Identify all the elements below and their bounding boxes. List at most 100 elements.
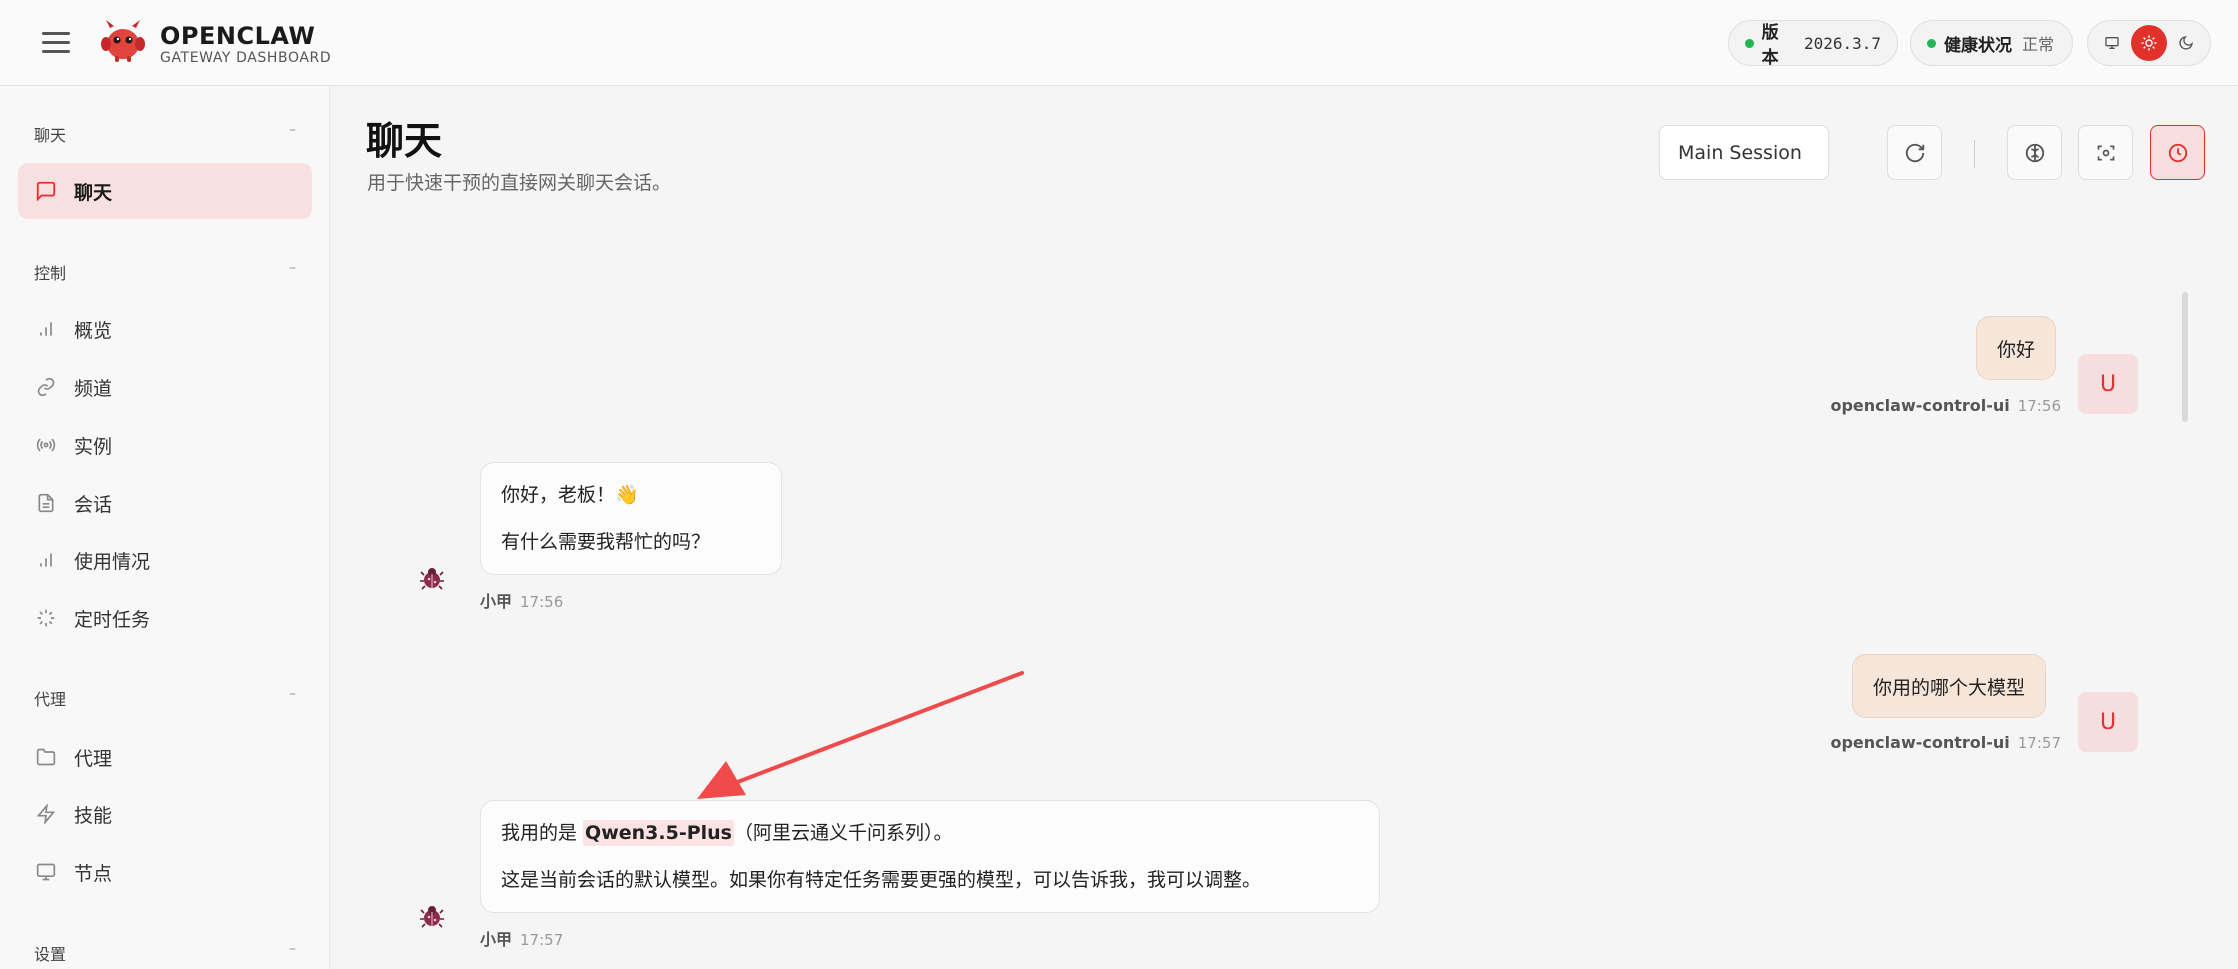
sidebar-group-agents: 代理 –: [34, 686, 296, 710]
sidebar-item-label: 节点: [74, 862, 113, 885]
group-label: 聊天: [34, 126, 67, 145]
sun-icon[interactable]: [2131, 25, 2167, 61]
brand-subtitle: GATEWAY DASHBOARD: [160, 50, 332, 66]
message-square-icon: [34, 179, 58, 203]
health-value: 正常: [2022, 35, 2055, 54]
message-meta: openclaw-control-ui 17:56: [1830, 396, 2061, 415]
refresh-button[interactable]: [1887, 125, 1942, 180]
sidebar-item-label: 聊天: [74, 181, 113, 204]
brand-title: OPENCLAW: [160, 22, 316, 50]
message-time: 17:56: [2017, 397, 2061, 415]
chat-scrollbar[interactable]: [2182, 292, 2188, 422]
collapse-toggle[interactable]: –: [289, 122, 296, 146]
sidebar-item-label: 概览: [74, 319, 113, 342]
focus-mode-button[interactable]: [2078, 125, 2133, 180]
thinking-toggle-button[interactable]: [2007, 125, 2062, 180]
sidebar-item-cron[interactable]: 定时任务: [18, 590, 312, 646]
toolbar-divider: [1974, 140, 1975, 168]
link-icon: [34, 375, 58, 399]
version-value: 2026.3.7: [1803, 33, 1881, 53]
clock-icon: [2168, 143, 2187, 162]
page-subtitle: 用于快速干预的直接网关聊天会话。: [367, 172, 672, 194]
top-bar: OPENCLAW GATEWAY DASHBOARD 版本 2026.3.7 健…: [0, 0, 2238, 86]
message-text: 你好: [1997, 338, 2036, 361]
version-badge: 版本 2026.3.7: [1728, 20, 1898, 68]
message-text: 我用的是: [501, 822, 584, 844]
version-label: 版本: [1761, 23, 1779, 68]
history-button[interactable]: [2150, 125, 2205, 180]
sender-name: 小甲: [480, 592, 513, 611]
theme-switcher: [2087, 20, 2211, 66]
collapse-toggle[interactable]: –: [289, 686, 296, 710]
sender-name: openclaw-control-ui: [1830, 396, 2010, 415]
session-select[interactable]: Main Session: [1659, 125, 1829, 180]
bot-avatar-icon: [407, 553, 457, 603]
message-meta: 小甲 17:56: [480, 588, 563, 612]
annotation-arrow: [697, 671, 1024, 799]
collapse-toggle[interactable]: –: [289, 941, 296, 965]
sidebar-item-label: 技能: [74, 804, 113, 827]
loader-icon: [34, 606, 58, 630]
moon-icon[interactable]: [2168, 25, 2204, 61]
user-message-bubble: 你用的哪个大模型: [1852, 654, 2047, 718]
status-dot: [1745, 38, 1754, 48]
message-line: 这是当前会话的默认模型。如果你有特定任务需要更强的模型，可以告诉我，我可以调整。: [501, 869, 1262, 891]
group-label: 设置: [34, 945, 67, 964]
message-text: （阿里云通义千问系列）。: [733, 822, 953, 844]
sidebar-item-overview[interactable]: 概览: [18, 301, 312, 357]
menu-icon[interactable]: [42, 32, 70, 54]
avatar: U: [2078, 692, 2138, 752]
message-line: 我用的是 Qwen3.5-Plus （阿里云通义千问系列）。: [501, 819, 1359, 847]
bar-chart-icon: [34, 317, 58, 341]
sidebar-item-label: 代理: [74, 747, 113, 770]
sidebar-item-label: 定时任务: [74, 608, 151, 631]
sidebar-item-label: 使用情况: [74, 550, 151, 573]
sidebar-item-label: 实例: [74, 435, 113, 458]
sidebar-item-nodes[interactable]: 节点: [18, 844, 312, 900]
radio-icon: [34, 433, 58, 457]
folder-icon: [34, 745, 58, 769]
message-text: 你用的哪个大模型: [1873, 676, 2026, 699]
message-line: 你好，老板！👋: [501, 484, 639, 506]
sidebar-group-settings: 设置 –: [34, 941, 296, 965]
health-label: 健康状况: [1944, 35, 2012, 56]
message-time: 17:57: [2017, 734, 2061, 752]
zap-icon: [34, 802, 58, 826]
message-time: 17:56: [520, 593, 564, 611]
sidebar-item-sessions[interactable]: 会话: [18, 475, 312, 531]
message-time: 17:57: [520, 931, 564, 949]
page-title: 聊天: [366, 119, 443, 163]
sender-name: openclaw-control-ui: [1830, 733, 2010, 752]
status-dot: [1927, 38, 1936, 48]
group-label: 控制: [34, 264, 67, 283]
sidebar-item-instances[interactable]: 实例: [18, 417, 312, 473]
message-line: 有什么需要我帮忙的吗？: [501, 531, 711, 553]
health-badge: 健康状况 正常: [1910, 20, 2073, 66]
bar-chart-icon: [34, 548, 58, 572]
model-name-highlight: Qwen3.5-Plus: [583, 820, 734, 846]
sidebar-item-label: 频道: [74, 377, 113, 400]
sidebar-item-agents[interactable]: 代理: [18, 729, 312, 785]
sidebar-item-chat[interactable]: 聊天: [18, 163, 312, 219]
sidebar: 聊天 – 聊天 控制 – 概览 频道 实例 会话 使用情况 定时任务 代理 –: [0, 86, 330, 969]
avatar: U: [2078, 354, 2138, 414]
user-message-bubble: 你好: [1976, 316, 2057, 380]
sidebar-item-label: 会话: [74, 493, 113, 516]
refresh-icon: [1905, 143, 1924, 162]
bot-avatar-icon: [407, 891, 457, 941]
message-meta: 小甲 17:57: [480, 926, 563, 950]
scan-icon: [2097, 145, 2114, 160]
message-meta: openclaw-control-ui 17:57: [1830, 733, 2061, 752]
sender-name: 小甲: [480, 930, 513, 949]
sidebar-item-usage[interactable]: 使用情况: [18, 532, 312, 588]
sidebar-group-chat: 聊天 –: [34, 122, 296, 146]
file-text-icon: [34, 491, 58, 515]
sidebar-group-control: 控制 –: [34, 260, 296, 284]
monitor-icon[interactable]: [2094, 25, 2130, 61]
sidebar-item-channels[interactable]: 频道: [18, 359, 312, 415]
sidebar-item-skills[interactable]: 技能: [18, 786, 312, 842]
brain-icon: [2025, 143, 2044, 162]
openclaw-logo: [101, 20, 145, 62]
assistant-message-bubble: 你好，老板！👋 有什么需要我帮忙的吗？: [480, 462, 782, 575]
collapse-toggle[interactable]: –: [289, 260, 296, 284]
